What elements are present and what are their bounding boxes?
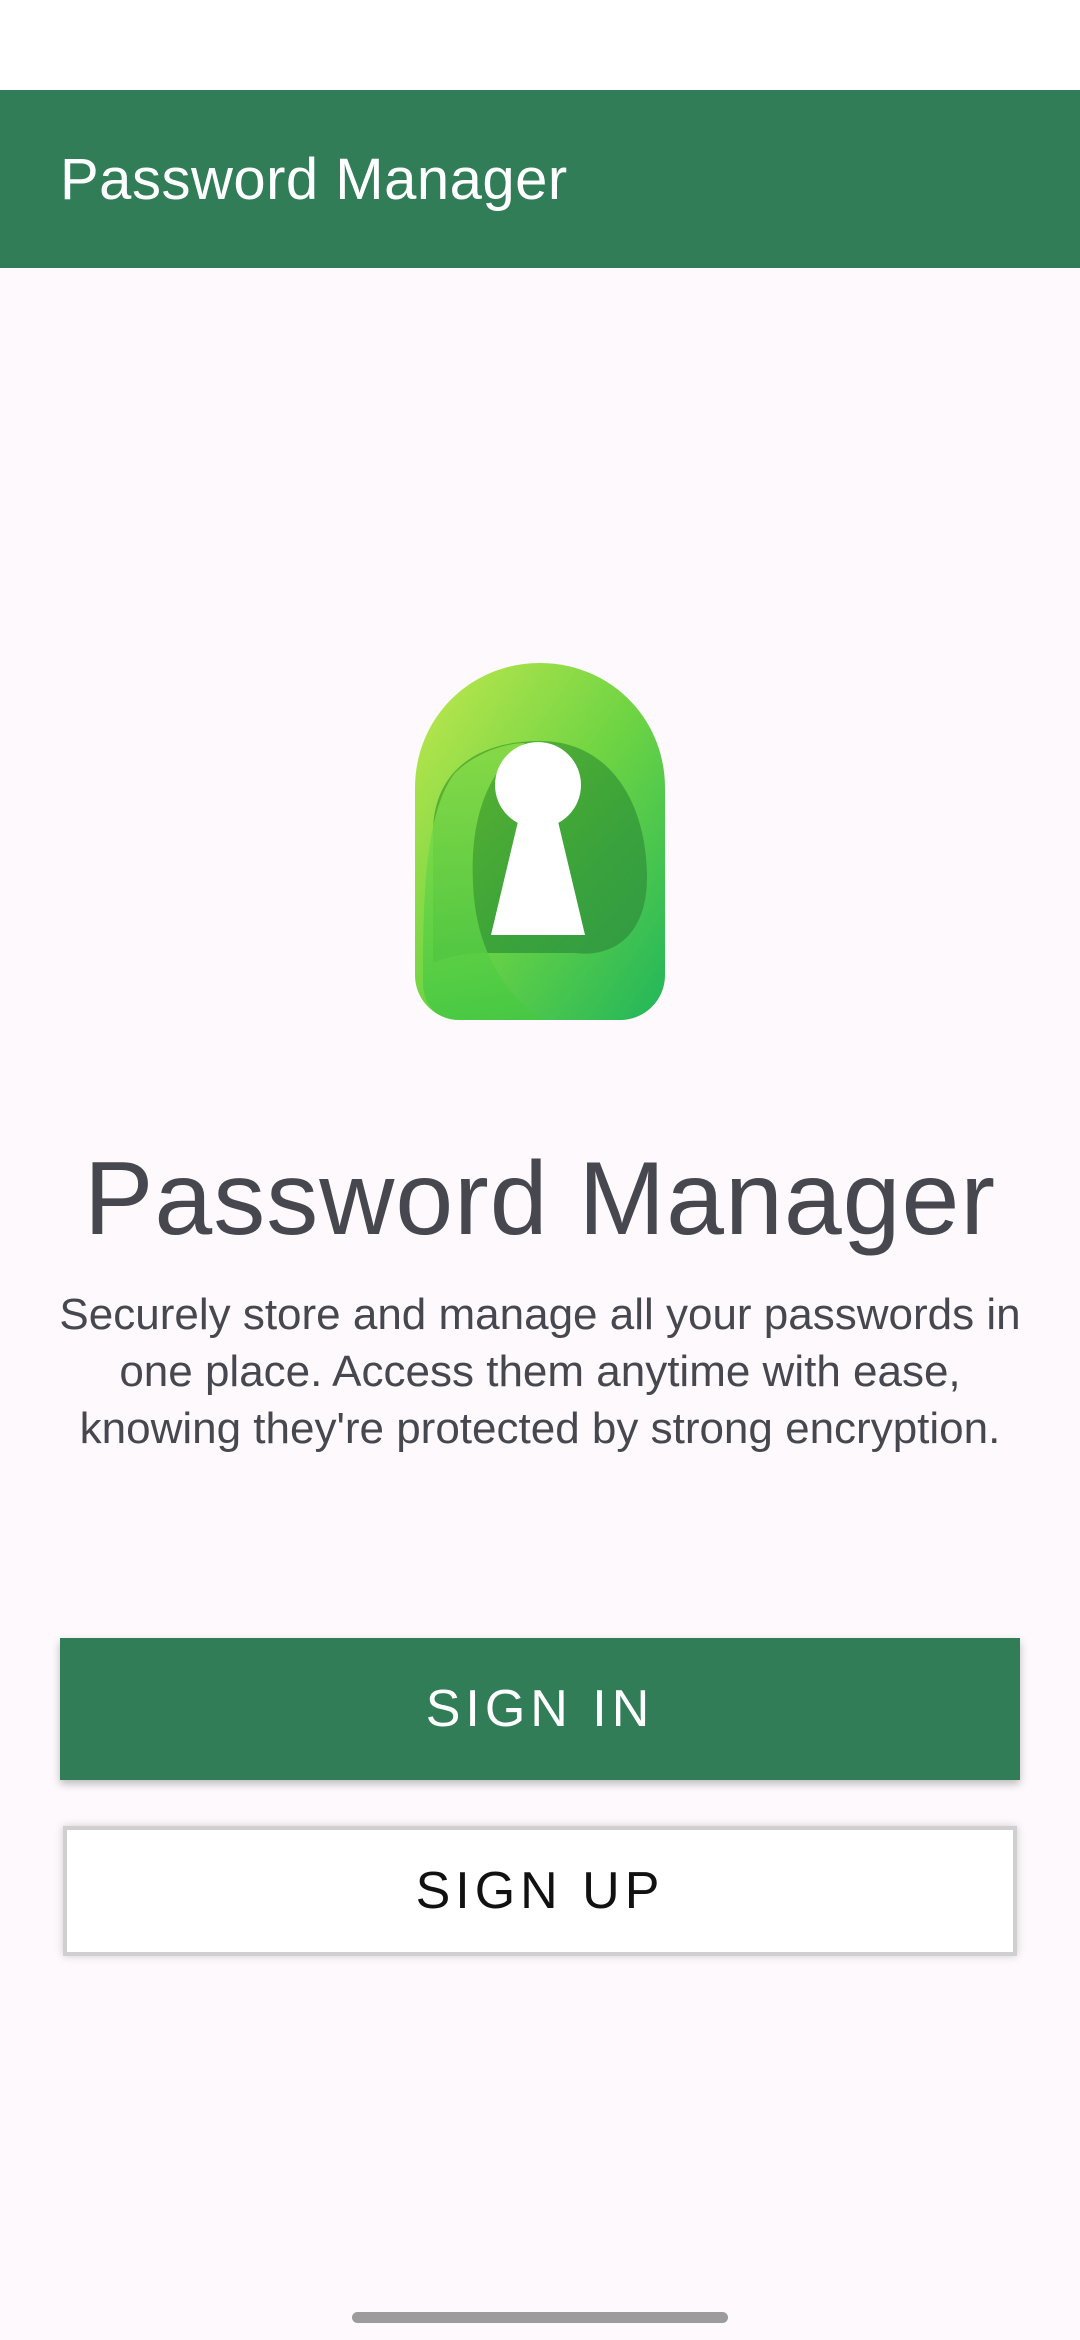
hero-description: Securely store and manage all your passw… (59, 1290, 1021, 1453)
app-bar-title: Password Manager (60, 146, 568, 212)
status-bar (0, 0, 1080, 90)
home-indicator[interactable] (352, 2312, 728, 2323)
sign-in-button[interactable]: SIGN IN (60, 1638, 1020, 1780)
app-bar: Password Manager (0, 90, 1080, 268)
sign-up-button[interactable]: SIGN UP (63, 1826, 1017, 1956)
hero-title: Password Manager (84, 1141, 996, 1257)
keyhole-lock-icon (415, 663, 665, 1020)
